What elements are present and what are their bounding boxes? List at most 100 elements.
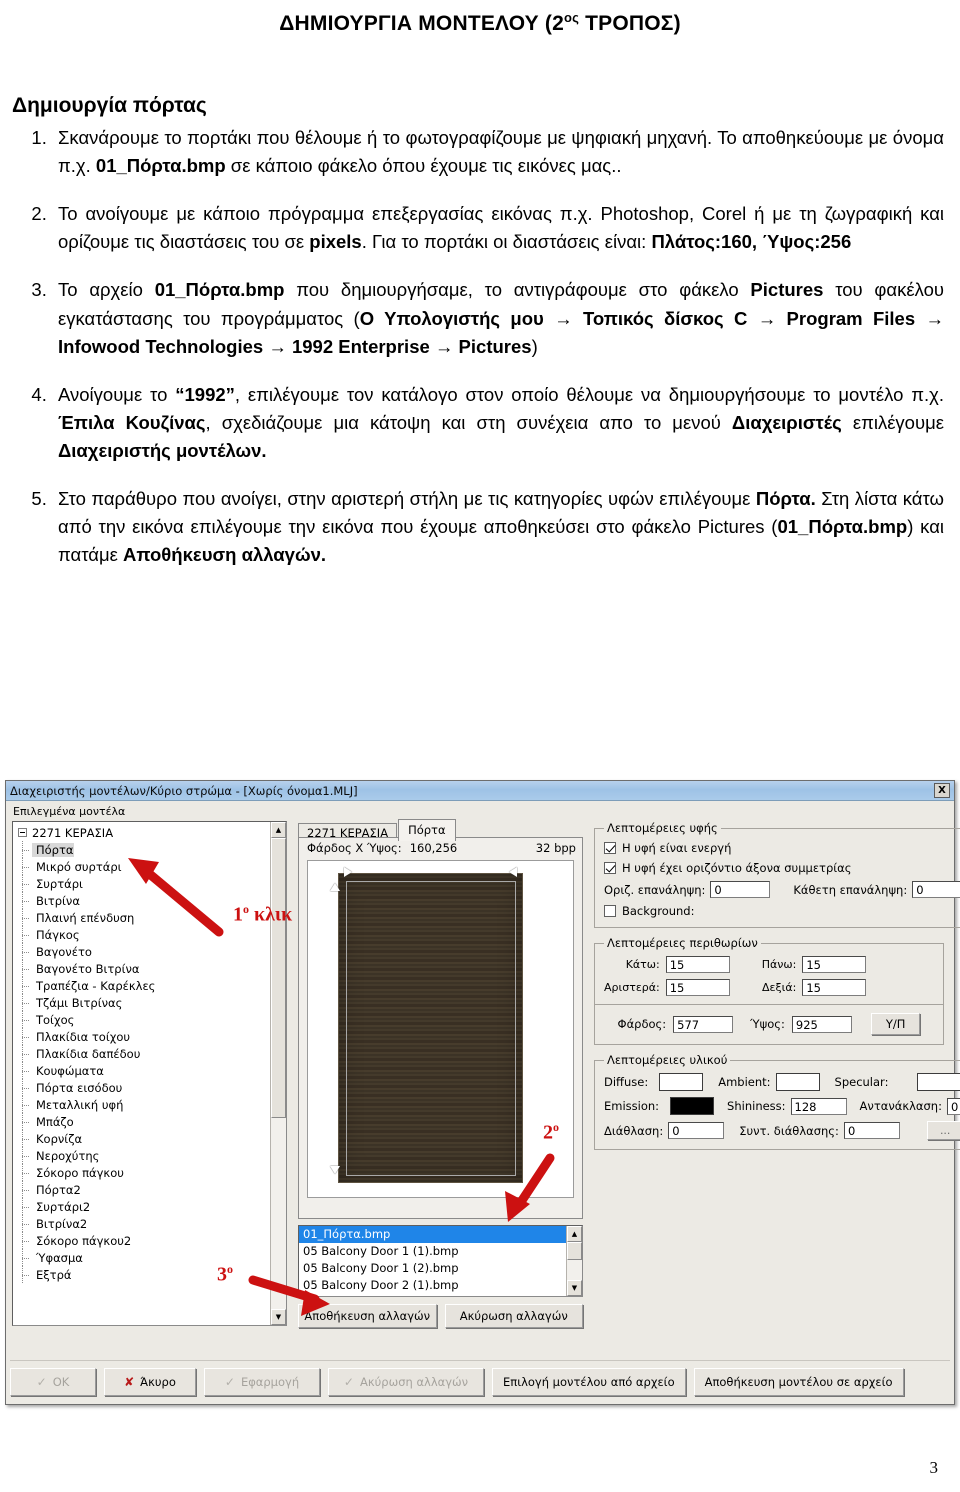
diffuse-color-swatch[interactable] <box>659 1073 704 1091</box>
tree-item[interactable]: Βαγονέτο <box>16 943 270 960</box>
file-scroll-down-icon[interactable]: ▼ <box>567 1280 582 1296</box>
tree-item[interactable]: Πόρτα2 <box>16 1181 270 1198</box>
collapse-icon[interactable] <box>18 828 27 837</box>
refraction-coef-input[interactable]: 0 <box>843 1122 900 1139</box>
step-emphasis: pixels <box>309 231 362 253</box>
dialog-button[interactable]: ✓ Εφαρμογή <box>204 1368 320 1396</box>
marker-top-right-icon[interactable] <box>509 867 517 877</box>
dialog-button[interactable]: ✓ Ακύρωση αλλαγών <box>328 1368 484 1396</box>
texture-symmetry-row[interactable]: Η υφή έχει οριζόντιο άξονα συμμετρίας <box>604 861 960 875</box>
texture-action-button[interactable]: Ακύρωση αλλαγών <box>444 1304 583 1328</box>
tree-scroll-thumb[interactable] <box>271 838 286 1118</box>
tree-scrollbar[interactable]: ▲ ▼ <box>270 822 286 1325</box>
tree-item[interactable]: Βιτρίνα <box>16 892 270 909</box>
tree-item[interactable]: Πλακίδια τοίχου <box>16 1028 270 1045</box>
refraction-input[interactable]: 0 <box>668 1122 725 1139</box>
tree-item-label: Βαγονέτο Βιτρίνα <box>36 961 140 976</box>
tree-item[interactable]: Κορνίζα <box>16 1130 270 1147</box>
file-list-item[interactable]: 01_Πόρτα.bmp <box>299 1226 566 1243</box>
texture-file-list[interactable]: 01_Πόρτα.bmp 05 Balcony Door 1 (1).bmp 05 … <box>298 1225 583 1297</box>
tree-item[interactable]: Πόρτα εισόδου <box>16 1079 270 1096</box>
model-tree-list[interactable]: 2271 ΚΕΡΑΣΙΑ Πόρτα Μικρό συρτάρι Συρτάρι Βιτ… <box>13 822 270 1325</box>
step-emphasis: 01_Πόρτα.bmp <box>154 279 285 301</box>
tree-item[interactable]: Κουφώματα <box>16 1062 270 1079</box>
texture-image-frame[interactable] <box>307 860 574 1198</box>
texture-file-items[interactable]: 01_Πόρτα.bmp 05 Balcony Door 1 (1).bmp 05 … <box>299 1226 566 1296</box>
tree-item[interactable]: Πόρτα <box>16 841 270 858</box>
height-input[interactable]: 925 <box>791 1015 852 1033</box>
dialog-button[interactable]: ✓ OK <box>10 1368 96 1396</box>
file-list-item[interactable]: 05 Balcony Door 2 (1).bmp <box>299 1277 566 1294</box>
tree-item[interactable]: Πλαινή επένδυση <box>16 909 270 926</box>
page-number: 3 <box>929 1458 939 1477</box>
left-margin-input[interactable]: 15 <box>665 979 730 996</box>
horizontal-repeat-input[interactable]: 0 <box>710 881 771 898</box>
background-checkbox[interactable] <box>604 905 616 917</box>
emission-color-swatch[interactable] <box>670 1097 715 1115</box>
tree-item[interactable]: Συρτάρι <box>16 875 270 892</box>
tree-item[interactable]: Βαγονέτο Βιτρίνα <box>16 960 270 977</box>
dialog-button[interactable]: ✘ Άκυρο <box>104 1368 196 1396</box>
texture-action-button[interactable]: Αποθήκευση αλλαγών <box>298 1304 437 1328</box>
tree-item[interactable]: Μεταλλική υφή <box>16 1096 270 1113</box>
marker-top-left-icon[interactable] <box>344 867 352 877</box>
texture-symmetry-checkbox[interactable] <box>604 862 616 874</box>
right-margin-input[interactable]: 15 <box>802 979 867 996</box>
background-row[interactable]: Background: <box>604 904 960 918</box>
ambient-color-swatch[interactable] <box>775 1073 820 1091</box>
close-icon[interactable]: X <box>934 783 950 798</box>
file-scroll-thumb[interactable] <box>567 1242 582 1260</box>
marker-left-upper-icon[interactable] <box>330 883 340 891</box>
step-text: που δημιουργήσαμε, το αντιγράφουμε στο φ… <box>284 279 751 301</box>
specular-color-swatch[interactable] <box>917 1073 960 1091</box>
texture-active-row[interactable]: Η υφή είναι ενεργή <box>604 841 960 855</box>
tree-item[interactable]: Τραπέζια - Καρέκλες <box>16 977 270 994</box>
tree-item[interactable]: Νεροχύτης <box>16 1147 270 1164</box>
ylp-button[interactable]: Υ/Π <box>870 1013 921 1035</box>
dialog-button[interactable]: Αποθήκευση μοντέλου σε αρχείο <box>693 1368 904 1396</box>
scroll-up-icon[interactable]: ▲ <box>271 822 286 838</box>
file-scroll-track[interactable] <box>567 1242 582 1280</box>
shininess-input[interactable]: 128 <box>790 1097 847 1115</box>
tree-item[interactable]: Μπάζο <box>16 1113 270 1130</box>
tree-item[interactable]: Τζάμι Βιτρίνας <box>16 994 270 1011</box>
tree-item[interactable]: Συρτάρι2 <box>16 1198 270 1215</box>
dialog-bottom-toolbar[interactable]: ✓ OK ✘ Άκυρο ✓ Εφαρμογή ✓ Ακύρωση αλλαγών Επιλογ… <box>10 1360 950 1396</box>
instruction-step: Ανοίγουμε το “1992”, επιλέγουμε τον κατά… <box>52 381 944 465</box>
tree-item[interactable]: Σόκορο πάγκου2 <box>16 1232 270 1249</box>
width-label: Φάρδος: <box>617 1017 667 1031</box>
texture-action-buttons[interactable]: Αποθήκευση αλλαγών Ακύρωση αλλαγών <box>298 1304 583 1328</box>
texture-active-checkbox[interactable] <box>604 842 616 854</box>
instruction-step: Σκανάρουμε το πορτάκι που θέλουμε ή το φ… <box>52 124 944 180</box>
width-input[interactable]: 577 <box>673 1015 734 1033</box>
top-margin-input[interactable]: 15 <box>802 956 867 973</box>
left-margin-label: Αριστερά: <box>604 981 660 994</box>
annotation-3: 3ο <box>217 1262 233 1286</box>
tree-item[interactable]: Βιτρίνα2 <box>16 1215 270 1232</box>
tree-item[interactable]: Πάγκος <box>16 926 270 943</box>
file-scroll-up-icon[interactable]: ▲ <box>567 1226 582 1242</box>
scroll-down-icon[interactable]: ▼ <box>271 1309 286 1325</box>
tree-root-node[interactable]: 2271 ΚΕΡΑΣΙΑ <box>16 824 270 841</box>
file-list-item[interactable]: 05 Balcony Door 1 (1).bmp <box>299 1243 566 1260</box>
bottom-margin-input[interactable]: 15 <box>665 956 730 973</box>
tree-item[interactable]: Μικρό συρτάρι <box>16 858 270 875</box>
preview-tab[interactable]: Πόρτα <box>398 819 456 841</box>
dialog-button[interactable]: Επιλογή μοντέλου από αρχείο <box>492 1368 686 1396</box>
tree-item-label: Βιτρίνα2 <box>36 1216 88 1231</box>
more-options-button[interactable]: ... <box>926 1121 960 1140</box>
file-list-scrollbar[interactable]: ▲ ▼ <box>566 1226 582 1296</box>
emission-label: Emission: <box>604 1099 660 1113</box>
tree-item[interactable]: Πλακίδια δαπέδου <box>16 1045 270 1062</box>
reflection-input[interactable]: 0 <box>946 1097 960 1115</box>
model-tree-panel[interactable]: 2271 ΚΕΡΑΣΙΑ Πόρτα Μικρό συρτάρι Συρτάρι Βιτ… <box>12 821 287 1326</box>
tree-item[interactable]: Τοίχος <box>16 1011 270 1028</box>
dialog-button-label: Άκυρο <box>140 1375 176 1389</box>
file-list-item[interactable]: 05 Balcony Door 1 (2).bmp <box>299 1260 566 1277</box>
marker-left-lower-icon[interactable] <box>330 1166 340 1174</box>
step-emphasis: “1992” <box>175 383 235 405</box>
texture-symmetry-label: Η υφή έχει οριζόντιο άξονα συμμετρίας <box>622 861 852 875</box>
tree-item-label: Σόκορο πάγκου <box>36 1165 124 1180</box>
vertical-repeat-input[interactable]: 0 <box>912 881 960 898</box>
tree-item[interactable]: Σόκορο πάγκου <box>16 1164 270 1181</box>
